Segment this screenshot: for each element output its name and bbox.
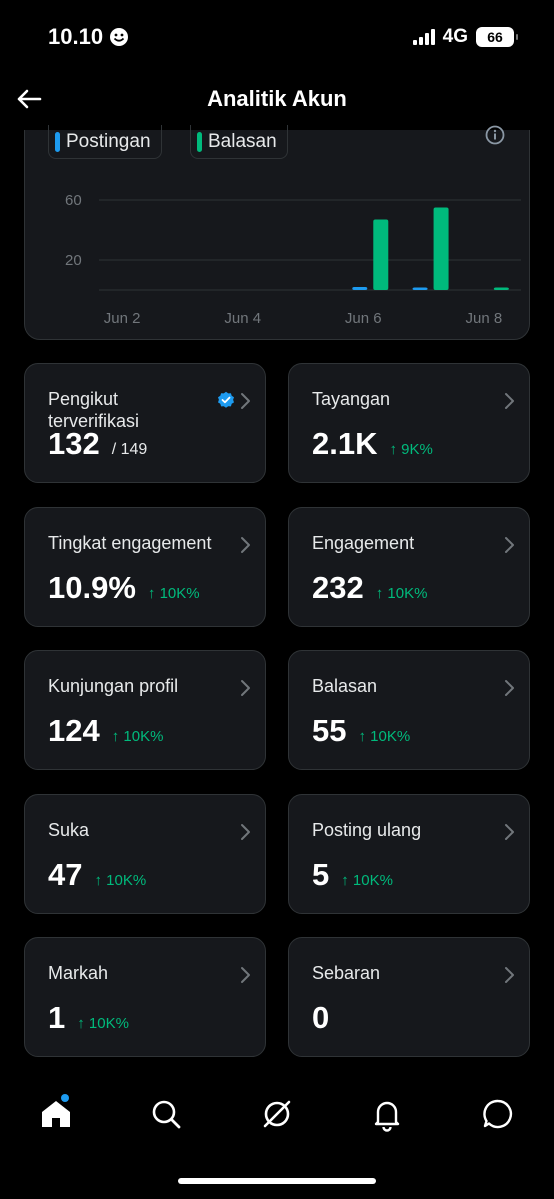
stat-delta: ↑ 10K% (358, 728, 411, 745)
chevron-right-icon (505, 680, 514, 696)
chevron-right-icon (241, 824, 250, 840)
stat-value-row: 5 ↑ 10K% (312, 857, 393, 893)
stat-value-row: 232 ↑ 10K% (312, 570, 427, 606)
stat-label: Suka (48, 820, 90, 840)
stat-card[interactable]: Suka 47 ↑ 10K% (24, 794, 266, 914)
network-type: 4G (442, 26, 468, 47)
status-bar: 10.10 4G 66 (0, 0, 554, 76)
bell-icon[interactable] (367, 1094, 407, 1134)
search-icon[interactable] (146, 1094, 186, 1134)
verified-badge-icon (218, 391, 234, 408)
stat-card[interactable]: Kunjungan profil 124 ↑ 10K% (24, 650, 266, 770)
signal-icon (412, 29, 435, 45)
legend-swatch-balasan (197, 131, 202, 152)
stat-card[interactable]: Posting ulang 5 ↑ 10K% (288, 794, 530, 914)
stat-value-row: 124 ↑ 10K% (48, 713, 163, 749)
bar-balasan[interactable] (433, 207, 449, 291)
chevron-right-icon (241, 393, 250, 409)
home-icon[interactable] (36, 1094, 76, 1134)
chevron-right-icon (505, 393, 514, 409)
bar-postingan[interactable] (412, 287, 428, 291)
stat-value-row: 0 (312, 1000, 329, 1036)
stat-card[interactable]: Engagement 232 ↑ 10K% (288, 507, 530, 627)
stat-label: Kunjungan profil (48, 676, 179, 696)
x-tick-label: Jun 8 (466, 310, 503, 327)
grok-icon[interactable] (257, 1094, 297, 1134)
stat-delta: ↑ 10K% (77, 1015, 129, 1032)
stat-value: 2.1K (312, 426, 378, 461)
stat-value-row: 1 ↑ 10K% (48, 1000, 129, 1036)
stat-card[interactable]: Tayangan 2.1K ↑ 9K% (288, 363, 530, 483)
stat-card[interactable]: Pengikut terverifikasi 132/ 149 (24, 363, 266, 483)
stat-value-row: 2.1K ↑ 9K% (312, 426, 433, 462)
chevron-right-icon (241, 967, 250, 983)
battery-level: 66 (487, 29, 503, 45)
stat-value: 0 (312, 1000, 330, 1035)
bar-postingan[interactable] (352, 287, 368, 290)
stat-value: 124 (48, 713, 100, 748)
stat-value: 47 (48, 857, 83, 892)
stat-delta: ↑ 10K% (375, 585, 428, 602)
chevron-right-icon (505, 967, 514, 983)
stat-label: Balasan (312, 676, 378, 696)
stat-delta: ↑ 10K% (94, 872, 147, 889)
stat-card[interactable]: Balasan 55 ↑ 10K% (288, 650, 530, 770)
chevron-right-icon (241, 537, 250, 553)
x-tick-label: Jun 4 (224, 310, 261, 327)
stat-value: 132 (48, 426, 100, 461)
legend-postingan[interactable]: Postingan (48, 125, 162, 159)
stat-label: Tayangan (312, 389, 391, 409)
chevron-right-icon (241, 680, 250, 696)
notification-dot (61, 1094, 69, 1102)
stat-delta: ↑ 9K% (389, 441, 433, 458)
stat-value: 1 (48, 1000, 66, 1035)
legend-label-postingan: Postingan (66, 130, 151, 152)
bar-balasan[interactable] (373, 219, 389, 291)
status-indicators: 4G 66 (412, 26, 518, 48)
legend-swatch-postingan (55, 131, 60, 152)
stat-delta: ↑ 10K% (147, 585, 200, 602)
chevron-right-icon (505, 824, 514, 840)
stat-value: 232 (312, 570, 364, 605)
x-tick-label: Jun 2 (104, 310, 141, 327)
stat-value-row: 132 / 149 (48, 426, 147, 462)
chevron-right-icon (505, 537, 514, 553)
tab-bar (0, 1080, 554, 1199)
legend-balasan[interactable]: Balasan (190, 125, 288, 159)
bar-balasan[interactable] (493, 287, 509, 291)
stat-label: Markah (48, 963, 109, 983)
status-time: 10.10 (48, 24, 129, 50)
legend-label-balasan: Balasan (208, 130, 277, 152)
stat-label: Sebaran (312, 963, 381, 983)
y-tick-label: 60 (65, 192, 82, 209)
stat-value: 10.9% (48, 570, 136, 605)
clock: 10.10 (48, 24, 104, 49)
page-title: Analitik Akun (207, 86, 347, 111)
stat-label: Posting ulang (312, 820, 422, 840)
stat-total: / 149 (111, 441, 148, 458)
stat-card[interactable]: Tingkat engagement 10.9% ↑ 10K% (24, 507, 266, 627)
home-indicator (178, 1178, 376, 1184)
stat-value-row: 47 ↑ 10K% (48, 857, 146, 893)
stat-value-row: 55 ↑ 10K% (312, 713, 410, 749)
x-tick-label: Jun 6 (345, 310, 382, 327)
stat-card[interactable]: Sebaran 0 (288, 937, 530, 1057)
stat-label: Tingkat engagement (48, 533, 212, 553)
stat-delta: ↑ 10K% (111, 728, 164, 745)
message-icon[interactable] (478, 1094, 518, 1134)
y-tick-label: 20 (65, 252, 82, 269)
stat-card[interactable]: Markah 1 ↑ 10K% (24, 937, 266, 1057)
nav-header: Analitik Akun (0, 76, 554, 128)
stat-label: Engagement (312, 533, 415, 553)
stat-value: 5 (312, 857, 330, 892)
info-icon[interactable] (484, 124, 506, 146)
stat-delta: ↑ 10K% (341, 872, 393, 889)
stat-value-row: 10.9% ↑ 10K% (48, 570, 200, 606)
smiley-icon (110, 28, 129, 46)
battery-icon: 66 (476, 27, 518, 47)
stat-value: 55 (312, 713, 347, 748)
